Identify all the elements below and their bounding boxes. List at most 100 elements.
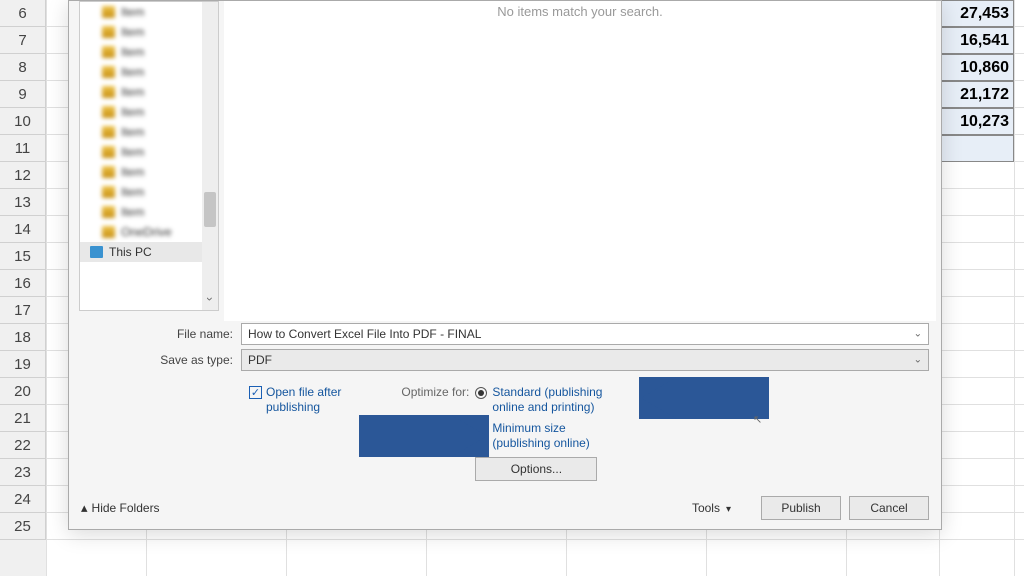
- cursor-icon: ↖: [753, 413, 762, 426]
- row-header[interactable]: 10: [0, 108, 46, 135]
- nav-tree-item[interactable]: OneDrive: [80, 222, 218, 242]
- row-header[interactable]: 22: [0, 432, 46, 459]
- optimize-standard-radio-row[interactable]: Standard (publishing online and printing…: [475, 385, 602, 415]
- row-header[interactable]: 24: [0, 486, 46, 513]
- folder-icon: [102, 166, 115, 178]
- nav-item-label: Item: [121, 145, 144, 159]
- tools-label: Tools: [692, 501, 720, 515]
- annotation-arrow-left: [359, 415, 489, 457]
- folder-icon: [102, 106, 115, 118]
- minimum-radio-label: Minimum size (publishing online): [492, 421, 589, 451]
- row-header[interactable]: 6: [0, 0, 46, 27]
- folder-icon: [102, 66, 115, 78]
- file-name-label: File name:: [81, 327, 241, 341]
- data-cell[interactable]: 10,860: [939, 54, 1014, 81]
- chevron-down-icon[interactable]: ⌄: [914, 329, 922, 340]
- row-header[interactable]: 19: [0, 351, 46, 378]
- data-cell[interactable]: 16,541: [939, 27, 1014, 54]
- row-header[interactable]: 23: [0, 459, 46, 486]
- dialog-upper: Item Item Item Item Item Item Item Item Item Item…: [69, 1, 941, 321]
- hide-folders-button[interactable]: Hide Folders: [81, 500, 160, 516]
- row-header[interactable]: 7: [0, 27, 46, 54]
- annotation-arrow-right: [639, 377, 769, 419]
- nav-tree-item[interactable]: Item: [80, 182, 218, 202]
- nav-tree-item[interactable]: Item: [80, 22, 218, 42]
- data-cell-empty[interactable]: [939, 135, 1014, 162]
- file-name-value: How to Convert Excel File Into PDF - FIN…: [248, 327, 481, 341]
- computer-icon: [90, 246, 103, 258]
- nav-tree-item[interactable]: Item: [80, 42, 218, 62]
- save-as-type-value: PDF: [248, 353, 272, 367]
- chevron-down-icon[interactable]: [204, 296, 216, 308]
- nav-item-label: Item: [121, 165, 144, 179]
- nav-item-label: Item: [121, 205, 144, 219]
- nav-item-label: Item: [121, 25, 144, 39]
- row-header[interactable]: 17: [0, 297, 46, 324]
- optimize-for-label: Optimize for:: [401, 385, 469, 399]
- nav-item-label: OneDrive: [121, 225, 172, 239]
- nav-tree-item[interactable]: Item: [80, 102, 218, 122]
- hide-folders-label: Hide Folders: [92, 501, 160, 515]
- navigation-tree[interactable]: Item Item Item Item Item Item Item Item Item Item…: [79, 1, 219, 311]
- tools-dropdown[interactable]: Tools: [684, 497, 739, 519]
- this-pc-label: This PC: [109, 245, 152, 259]
- row-header[interactable]: 16: [0, 270, 46, 297]
- nav-item-label: Item: [121, 5, 144, 19]
- nav-item-label: Item: [121, 45, 144, 59]
- row-header[interactable]: 8: [0, 54, 46, 81]
- chevron-down-icon[interactable]: ⌄: [914, 355, 922, 366]
- folder-icon: [102, 126, 115, 138]
- folder-icon: [102, 206, 115, 218]
- row-header[interactable]: 9: [0, 81, 46, 108]
- data-cell[interactable]: 21,172: [939, 81, 1014, 108]
- file-list-area[interactable]: No items match your search.: [224, 1, 936, 321]
- nav-item-label: Item: [121, 105, 144, 119]
- this-pc-item[interactable]: This PC: [80, 242, 218, 262]
- nav-tree-item[interactable]: Item: [80, 2, 218, 22]
- optimize-minimum-radio-row[interactable]: Minimum size (publishing online): [475, 421, 602, 451]
- cancel-button[interactable]: Cancel: [849, 496, 929, 520]
- folder-icon: [102, 226, 115, 238]
- standard-radio-label: Standard (publishing online and printing…: [492, 385, 602, 415]
- save-as-dialog: Item Item Item Item Item Item Item Item Item Item…: [68, 0, 942, 530]
- nav-item-label: Item: [121, 185, 144, 199]
- row-header[interactable]: 25: [0, 513, 46, 540]
- publish-button[interactable]: Publish: [761, 496, 841, 520]
- row-header[interactable]: 18: [0, 324, 46, 351]
- nav-tree-item[interactable]: Item: [80, 142, 218, 162]
- nav-tree-item[interactable]: Item: [80, 122, 218, 142]
- folder-icon: [102, 6, 115, 18]
- row-header[interactable]: 14: [0, 216, 46, 243]
- nav-tree-item[interactable]: Item: [80, 162, 218, 182]
- open-file-after-checkbox-row[interactable]: Open file after publishing: [249, 385, 341, 481]
- nav-tree-item[interactable]: Item: [80, 62, 218, 82]
- empty-message: No items match your search.: [224, 1, 936, 19]
- nav-item-label: Item: [121, 85, 144, 99]
- dialog-footer: Hide Folders Tools Publish Cancel: [69, 487, 941, 529]
- options-button[interactable]: Options...: [475, 457, 597, 481]
- data-cell[interactable]: 10,273: [939, 108, 1014, 135]
- dialog-form-area: File name: How to Convert Excel File Int…: [69, 321, 941, 485]
- nav-tree-item[interactable]: Item: [80, 202, 218, 222]
- folder-icon: [102, 46, 115, 58]
- nav-tree-item[interactable]: Item: [80, 82, 218, 102]
- row-header[interactable]: 11: [0, 135, 46, 162]
- file-name-input[interactable]: How to Convert Excel File Into PDF - FIN…: [241, 323, 929, 345]
- open-after-checkbox[interactable]: [249, 386, 262, 399]
- standard-radio[interactable]: [475, 387, 487, 399]
- save-as-type-select[interactable]: PDF ⌄: [241, 349, 929, 371]
- folder-icon: [102, 86, 115, 98]
- row-header[interactable]: 13: [0, 189, 46, 216]
- nav-scrollbar[interactable]: [202, 2, 218, 310]
- chevron-down-icon: [726, 501, 731, 515]
- nav-item-label: Item: [121, 65, 144, 79]
- row-header[interactable]: 20: [0, 378, 46, 405]
- folder-icon: [102, 146, 115, 158]
- data-cell[interactable]: 27,453: [939, 0, 1014, 27]
- row-headers: 678910111213141516171819202122232425: [0, 0, 46, 576]
- folder-icon: [102, 26, 115, 38]
- row-header[interactable]: 21: [0, 405, 46, 432]
- row-header[interactable]: 15: [0, 243, 46, 270]
- save-as-type-label: Save as type:: [81, 353, 241, 367]
- row-header[interactable]: 12: [0, 162, 46, 189]
